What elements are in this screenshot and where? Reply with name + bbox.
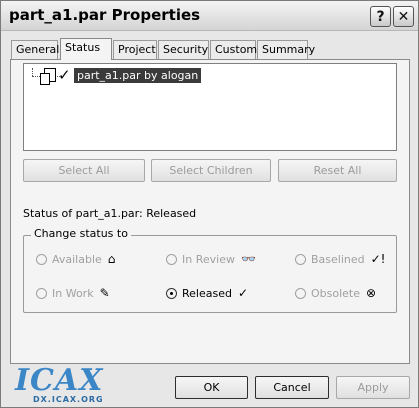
help-icon: ?	[376, 8, 385, 25]
help-button[interactable]: ?	[370, 6, 391, 27]
option-label: Baselined	[311, 252, 365, 266]
current-status-line: Status of part_a1.par: Released	[23, 207, 196, 220]
status-option-baselined[interactable]: Baselined ✓!	[295, 251, 386, 267]
title-bar: part_a1.par Properties ? ✕	[1, 1, 418, 31]
file-tree-list[interactable]: ✓ part_a1.par by alogan	[23, 63, 397, 151]
watermark-subtext: DX.ICAX.ORG	[33, 395, 104, 404]
obsolete-icon: ⊗	[366, 286, 377, 300]
radio-released[interactable]	[166, 287, 177, 299]
change-status-group	[23, 235, 397, 313]
reset-all-button[interactable]: Reset All	[278, 159, 397, 182]
pencil-icon: ✎	[99, 286, 110, 300]
option-label: Available	[52, 252, 102, 266]
status-prefix: Status of part_a1.par:	[23, 207, 143, 220]
apply-button[interactable]: Apply	[336, 376, 410, 399]
watermark-text: ICAX	[15, 363, 104, 398]
properties-dialog: part_a1.par Properties ? ✕ General Statu…	[0, 0, 419, 408]
available-icon: ⌂	[107, 252, 116, 266]
tab-custom[interactable]: Custom	[210, 40, 257, 59]
change-status-legend: Change status to	[31, 227, 131, 240]
document-icon	[40, 68, 56, 85]
tab-summary[interactable]: Summary	[257, 40, 315, 59]
tab-security[interactable]: Security	[158, 40, 209, 59]
released-check-icon: ✓	[237, 286, 249, 300]
select-all-button[interactable]: Select All	[23, 159, 145, 182]
option-label: Released	[182, 286, 232, 300]
ok-button[interactable]: OK	[175, 376, 248, 399]
tab-general[interactable]: General	[11, 40, 59, 59]
radio-in-review[interactable]	[166, 253, 177, 265]
tab-project[interactable]: Project	[113, 40, 157, 59]
option-label: In Work	[52, 286, 94, 300]
cancel-button[interactable]: Cancel	[255, 376, 329, 399]
close-icon: ✕	[397, 8, 410, 25]
tab-status[interactable]: Status	[60, 38, 112, 60]
status-option-released[interactable]: Released ✓	[166, 285, 248, 301]
radio-obsolete[interactable]	[295, 287, 306, 299]
select-children-button[interactable]: Select Children	[151, 159, 271, 182]
baselined-icon: ✓!	[370, 252, 386, 266]
watermark-logo: ICAX DX.ICAX.ORG	[7, 363, 127, 407]
radio-available[interactable]	[36, 253, 47, 265]
status-check-icon: ✓	[58, 66, 71, 84]
option-label: In Review	[182, 252, 235, 266]
tree-connector	[32, 68, 33, 76]
file-item-label[interactable]: part_a1.par by alogan	[74, 68, 202, 83]
close-button[interactable]: ✕	[393, 6, 414, 27]
status-option-available[interactable]: Available ⌂	[36, 251, 115, 267]
option-label: Obsolete	[311, 286, 361, 300]
radio-in-work[interactable]	[36, 287, 47, 299]
window-title: part_a1.par Properties	[9, 6, 201, 24]
status-option-in-review[interactable]: In Review 👓	[166, 251, 256, 267]
status-option-in-work[interactable]: In Work ✎	[36, 285, 110, 301]
status-option-obsolete[interactable]: Obsolete ⊗	[295, 285, 376, 301]
radio-baselined[interactable]	[295, 253, 306, 265]
status-value: Released	[146, 207, 197, 220]
in-review-glasses-icon: 👓	[240, 252, 256, 266]
